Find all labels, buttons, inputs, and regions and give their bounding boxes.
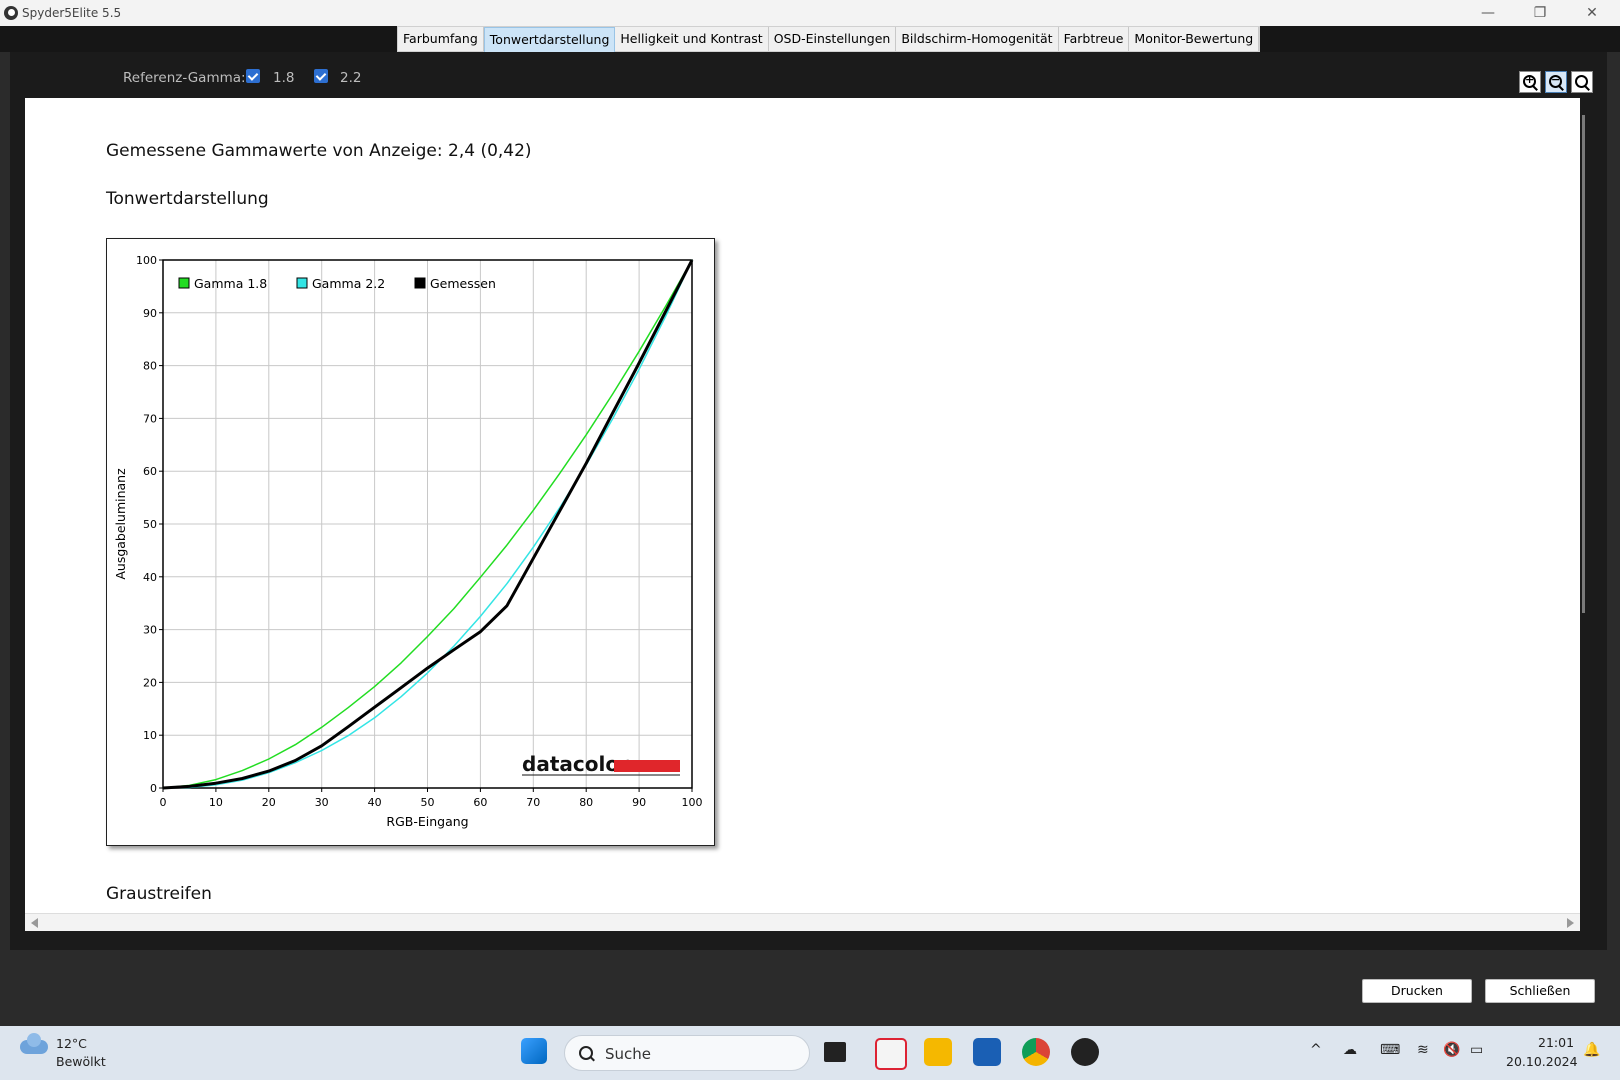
chevron-up-icon[interactable]: ^ — [1310, 1042, 1322, 1058]
tab-farbumfang[interactable]: Farbumfang — [398, 27, 484, 51]
x-tick-label: 40 — [368, 796, 382, 809]
tab-helligkeit-kontrast[interactable]: Helligkeit und Kontrast — [615, 27, 769, 51]
y-tick-label: 100 — [136, 254, 157, 267]
gamma-1-8-label: 1.8 — [273, 70, 295, 86]
y-tick-label: 70 — [143, 412, 157, 425]
close-window-icon[interactable]: ✕ — [1572, 2, 1612, 24]
legend-swatch — [178, 277, 190, 289]
y-tick-label: 40 — [143, 571, 157, 584]
x-tick-label: 50 — [421, 796, 435, 809]
gamma-2-2-label: 2.2 — [340, 70, 362, 86]
spyder-app-icon — [4, 6, 18, 20]
x-axis-label: RGB-Eingang — [386, 814, 468, 829]
measured-gamma-text: Gemessene Gammawerte von Anzeige: 2,4 (0… — [106, 141, 532, 161]
microsoft-store-icon[interactable] — [973, 1038, 1001, 1066]
x-tick-label: 100 — [682, 796, 703, 809]
window-title: Spyder5Elite 5.5 — [22, 6, 122, 20]
y-tick-label: 90 — [143, 307, 157, 320]
section-title: Tonwertdarstellung — [106, 189, 269, 209]
y-tick-label: 20 — [143, 676, 157, 689]
file-explorer-icon[interactable] — [924, 1038, 952, 1066]
tab-farbtreue[interactable]: Farbtreue — [1059, 27, 1130, 51]
taskbar: 12°C Bewölkt Suche ^ ☁ ⌨ ≋ 🔇 ▭ 21:01 20.… — [0, 1026, 1620, 1080]
tabs: Farbumfang Tonwertdarstellung Helligkeit… — [397, 26, 1261, 53]
minimize-icon[interactable]: — — [1468, 2, 1508, 24]
tone-response-chart: 0 10 20 30 40 50 60 70 80 90 100 0 10 20 30 40 50 60 70 80 9… — [106, 238, 715, 846]
snipping-tool-icon[interactable] — [875, 1038, 907, 1070]
x-tick-label: 10 — [209, 796, 223, 809]
zoom-in-button[interactable]: + — [1519, 71, 1541, 93]
x-tick-label: 70 — [526, 796, 540, 809]
clock-time[interactable]: 21:01 — [1538, 1035, 1574, 1050]
scroll-right-icon[interactable] — [1567, 918, 1574, 928]
x-tick-label: 60 — [473, 796, 487, 809]
y-tick-label: 30 — [143, 624, 157, 637]
notification-bell-icon[interactable]: 🔔 — [1583, 1042, 1600, 1058]
legend-label: Gemessen — [430, 276, 496, 291]
tab-bar: Farbumfang Tonwertdarstellung Helligkeit… — [0, 26, 1620, 53]
restore-icon[interactable]: ❐ — [1520, 2, 1560, 24]
title-bar: Spyder5Elite 5.5 — ❐ ✕ — [0, 0, 1620, 26]
x-tick-label: 30 — [315, 796, 329, 809]
chrome-icon[interactable] — [1022, 1038, 1050, 1066]
task-view-icon[interactable] — [824, 1042, 846, 1062]
weather-condition[interactable]: Bewölkt — [56, 1054, 106, 1069]
legend-swatch — [296, 277, 308, 289]
y-tick-label: 80 — [143, 360, 157, 373]
taskbar-search[interactable]: Suche — [564, 1035, 810, 1071]
cloud-icon[interactable] — [20, 1033, 48, 1054]
spyder-taskbar-icon[interactable] — [1071, 1038, 1099, 1066]
clock-date[interactable]: 20.10.2024 — [1506, 1054, 1578, 1069]
x-tick-label: 0 — [160, 796, 167, 809]
tab-bildschirm-homogenitaet[interactable]: Bildschirm-Homogenität — [896, 27, 1059, 51]
weather-temp[interactable]: 12°C — [56, 1036, 87, 1051]
x-tick-label: 20 — [262, 796, 276, 809]
x-tick-label: 90 — [632, 796, 646, 809]
volume-muted-icon[interactable]: 🔇 — [1443, 1042, 1460, 1058]
chart-svg: 0 10 20 30 40 50 60 70 80 90 100 0 10 20 30 40 50 60 70 80 9… — [113, 254, 703, 829]
graustreifen-title: Graustreifen — [106, 884, 212, 904]
vertical-scrollbar[interactable] — [1582, 115, 1585, 613]
gamma-2-2-checkbox[interactable] — [314, 69, 328, 83]
y-tick-label: 0 — [150, 782, 157, 795]
onedrive-icon[interactable]: ☁ — [1343, 1042, 1357, 1058]
gamma-1-8-checkbox[interactable] — [246, 69, 260, 83]
zoom-fit-button[interactable] — [1571, 71, 1593, 93]
horizontal-scrollbar[interactable] — [25, 913, 1580, 931]
y-tick-label: 10 — [143, 729, 157, 742]
y-tick-label: 50 — [143, 518, 157, 531]
legend-label: Gamma 2.2 — [312, 276, 385, 291]
datacolor-logo-bar — [614, 760, 680, 772]
datacolor-logo-text: datacolor — [522, 752, 629, 776]
y-tick-label: 60 — [143, 465, 157, 478]
legend-swatch — [414, 277, 426, 289]
search-icon — [579, 1046, 593, 1060]
x-tick-label: 80 — [579, 796, 593, 809]
y-axis-label: Ausgabeluminanz — [113, 468, 128, 580]
tab-tonwertdarstellung[interactable]: Tonwertdarstellung — [483, 27, 616, 53]
wifi-icon[interactable]: ≋ — [1417, 1042, 1429, 1058]
tab-monitor-bewertung[interactable]: Monitor-Bewertung — [1129, 27, 1260, 51]
legend-label: Gamma 1.8 — [194, 276, 267, 291]
battery-icon[interactable]: ▭ — [1470, 1042, 1483, 1058]
reference-gamma-label: Referenz-Gamma: — [123, 70, 246, 86]
print-button[interactable]: Drucken — [1362, 979, 1472, 1003]
search-input[interactable]: Suche — [605, 1045, 651, 1063]
zoom-out-button[interactable]: − — [1545, 71, 1567, 93]
scroll-left-icon[interactable] — [31, 918, 38, 928]
tab-osd-einstellungen[interactable]: OSD-Einstellungen — [769, 27, 897, 51]
windows-start-icon[interactable] — [521, 1038, 547, 1064]
keyboard-icon[interactable]: ⌨ — [1380, 1042, 1400, 1058]
close-button[interactable]: Schließen — [1485, 979, 1595, 1003]
